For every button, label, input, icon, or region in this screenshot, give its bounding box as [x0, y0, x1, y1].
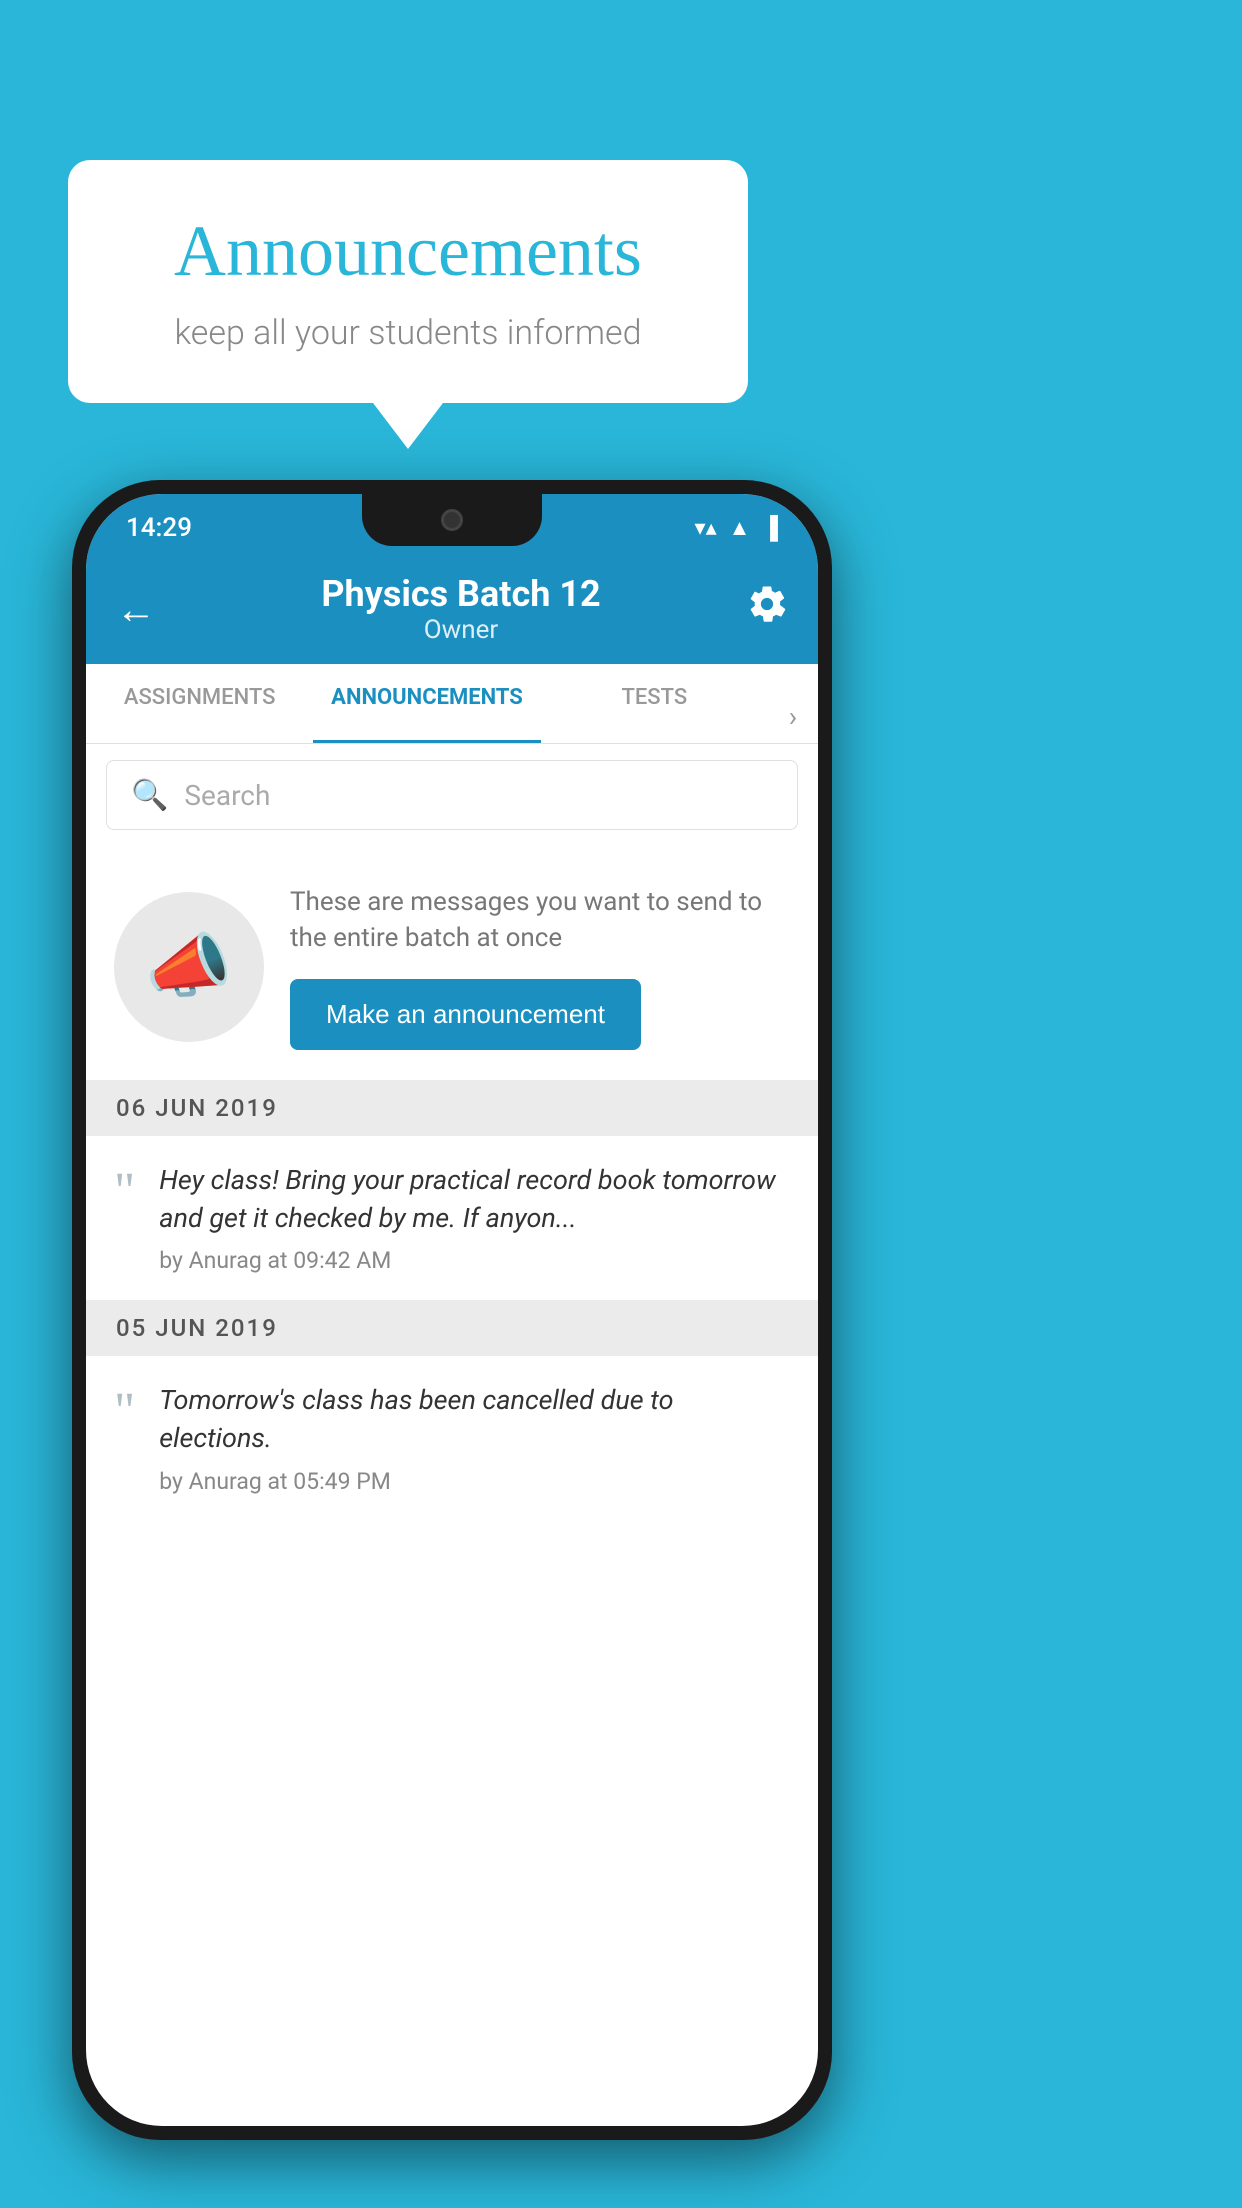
announcement-text-1: Hey class! Bring your practical record b…: [159, 1162, 790, 1238]
bubble-subtitle: keep all your students informed: [128, 313, 688, 353]
batch-subtitle: Owner: [176, 615, 746, 645]
bubble-title: Announcements: [128, 210, 688, 293]
camera: [441, 509, 463, 531]
megaphone-icon: 📣: [145, 926, 232, 1008]
status-icons: ▾▴ ▲ ▐: [695, 515, 778, 541]
search-icon: 🔍: [131, 778, 168, 813]
promo-right: These are messages you want to send to t…: [290, 884, 790, 1050]
scrollable-content: 🔍 Search 📣 These are messages you want t…: [86, 744, 818, 2126]
tab-tests[interactable]: TESTS: [541, 664, 768, 743]
phone-screen: 14:29 ▾▴ ▲ ▐ ← Physics Batch 12 Owner: [86, 494, 818, 2126]
promo-description: These are messages you want to send to t…: [290, 884, 790, 957]
tab-more-icon[interactable]: ›: [768, 700, 818, 743]
announcement-content-1: Hey class! Bring your practical record b…: [159, 1162, 790, 1275]
app-bar-title-container: Physics Batch 12 Owner: [176, 573, 746, 645]
app-bar: ← Physics Batch 12 Owner: [86, 554, 818, 664]
gear-icon: [746, 583, 788, 625]
announcement-text-2: Tomorrow's class has been cancelled due …: [159, 1382, 790, 1458]
phone-notch: [362, 494, 542, 546]
settings-button[interactable]: [746, 583, 788, 635]
tab-announcements[interactable]: ANNOUNCEMENTS: [313, 664, 540, 743]
announcement-item-1[interactable]: " Hey class! Bring your practical record…: [86, 1136, 818, 1301]
announcement-meta-1: by Anurag at 09:42 AM: [159, 1247, 391, 1274]
make-announcement-button[interactable]: Make an announcement: [290, 979, 641, 1050]
wifi-icon: ▾▴: [695, 516, 717, 541]
date-divider-1: 06 JUN 2019: [86, 1080, 818, 1136]
speech-bubble-container: Announcements keep all your students inf…: [68, 160, 748, 403]
quote-icon-2: ": [114, 1386, 135, 1438]
back-button[interactable]: ←: [116, 586, 156, 633]
announcement-content-2: Tomorrow's class has been cancelled due …: [159, 1382, 790, 1495]
tab-assignments[interactable]: ASSIGNMENTS: [86, 664, 313, 743]
search-placeholder: Search: [184, 779, 270, 812]
tab-bar: ASSIGNMENTS ANNOUNCEMENTS TESTS ›: [86, 664, 818, 744]
signal-icon: ▲: [729, 515, 751, 541]
promo-icon-circle: 📣: [114, 892, 264, 1042]
phone-outer: 14:29 ▾▴ ▲ ▐ ← Physics Batch 12 Owner: [72, 480, 832, 2140]
search-box[interactable]: 🔍 Search: [106, 760, 798, 830]
phone-mockup: 14:29 ▾▴ ▲ ▐ ← Physics Batch 12 Owner: [72, 480, 832, 2140]
search-container: 🔍 Search: [86, 744, 818, 846]
status-time: 14:29: [126, 513, 192, 543]
speech-bubble: Announcements keep all your students inf…: [68, 160, 748, 403]
announcement-meta-2: by Anurag at 05:49 PM: [159, 1468, 391, 1495]
quote-icon-1: ": [114, 1166, 135, 1218]
phone-content: 14:29 ▾▴ ▲ ▐ ← Physics Batch 12 Owner: [86, 494, 818, 2126]
battery-icon: ▐: [762, 515, 778, 541]
batch-title: Physics Batch 12: [176, 573, 746, 615]
date-divider-2: 05 JUN 2019: [86, 1300, 818, 1356]
promo-card: 📣 These are messages you want to send to…: [86, 854, 818, 1080]
announcement-item-2[interactable]: " Tomorrow's class has been cancelled du…: [86, 1356, 818, 1521]
